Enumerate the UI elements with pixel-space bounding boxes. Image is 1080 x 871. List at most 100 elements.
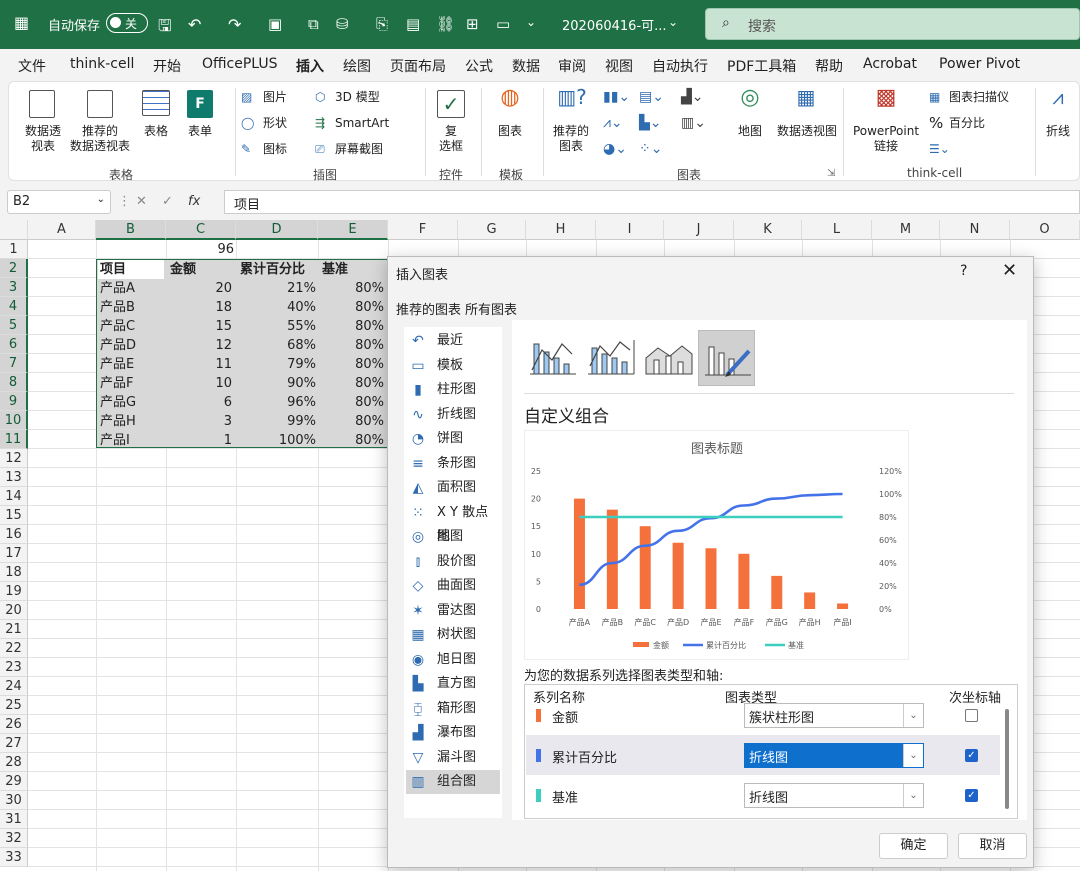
pivot-table-button[interactable]: 数据透 视表	[21, 124, 65, 154]
chart-type-item[interactable]: ◭ 面积图	[406, 476, 500, 500]
table-cell[interactable]: 产品D	[98, 336, 164, 355]
series-row[interactable]: 基准 折线图 ⌄ ✓	[526, 775, 1000, 815]
chart-type-item[interactable]: ≡ 条形图	[406, 452, 500, 476]
tab-view[interactable]: 视图	[605, 56, 633, 76]
row-header[interactable]: 17	[0, 544, 28, 563]
table-cell[interactable]: 100%	[238, 431, 318, 450]
table-button[interactable]: 表格	[137, 124, 175, 139]
powerpoint-link-button[interactable]: PowerPoint 链接	[847, 124, 925, 154]
customize-qat-icon[interactable]: ⌄	[526, 15, 536, 29]
table-cell[interactable]: 79%	[238, 355, 318, 374]
row-header[interactable]: 7	[0, 354, 28, 373]
line-chart-icon[interactable]: ⩘⌄	[603, 116, 623, 131]
row-header[interactable]: 18	[0, 563, 28, 582]
frame-icon[interactable]: ▭	[496, 15, 510, 33]
column-header[interactable]: F	[388, 220, 458, 240]
table-cell[interactable]: 产品F	[98, 374, 164, 393]
line-sparkline-button[interactable]: 折线	[1041, 124, 1075, 139]
column-header[interactable]: A	[28, 220, 96, 240]
chart-type-item[interactable]: ∿ 折线图	[406, 403, 500, 427]
tab-officeplus[interactable]: OfficePLUS	[202, 56, 278, 72]
close-button[interactable]: ✕	[1002, 260, 1017, 281]
table-cell[interactable]: 6	[168, 393, 234, 412]
chevron-down-icon[interactable]: ⌄	[903, 704, 923, 727]
row-header[interactable]: 3	[0, 278, 28, 297]
series-chart-type-select[interactable]: 折线图 ⌄	[744, 783, 924, 808]
column-header[interactable]: N	[940, 220, 1010, 240]
table-cell[interactable]: 1	[168, 431, 234, 450]
header-cell[interactable]: 基准	[320, 260, 386, 279]
row-header[interactable]: 14	[0, 487, 28, 506]
icons-button[interactable]: 图标	[263, 142, 287, 157]
pie-chart-icon[interactable]: ◕⌄	[603, 142, 627, 157]
select-all-corner[interactable]	[0, 220, 28, 240]
link-icon[interactable]: ⛓	[436, 15, 455, 33]
chart-type-item[interactable]: ⧮ 箱形图	[406, 697, 500, 721]
redo-icon[interactable]: ↷	[228, 15, 241, 34]
tab-page-layout[interactable]: 页面布局	[390, 56, 446, 76]
row-header[interactable]: 21	[0, 620, 28, 639]
row-header[interactable]: 1	[0, 240, 28, 259]
undo-icon[interactable]: ↶	[188, 15, 201, 34]
pivot-chart-button[interactable]: 数据透视图	[767, 124, 847, 139]
chart-type-item[interactable]: ▦ 树状图	[406, 623, 500, 647]
table-cell[interactable]: 80%	[320, 336, 386, 355]
export-icon[interactable]: ⎘	[376, 15, 388, 33]
table-cell[interactable]: 15	[168, 317, 234, 336]
row-header[interactable]: 30	[0, 791, 28, 810]
recommended-pivot-button[interactable]: 推荐的 数据透视表	[67, 124, 133, 154]
column-header[interactable]: D	[236, 220, 318, 240]
series-row[interactable]: 金额 簇状柱形图 ⌄	[526, 695, 1000, 735]
chart-type-item[interactable]: ▥ 组合图	[406, 770, 500, 794]
series-scrollbar[interactable]	[1005, 709, 1009, 809]
row-header[interactable]: 32	[0, 829, 28, 848]
filename-dropdown-icon[interactable]: ⌄	[668, 15, 678, 29]
ok-button[interactable]: 确定	[879, 833, 948, 859]
row-header[interactable]: 31	[0, 810, 28, 829]
row-header[interactable]: 16	[0, 525, 28, 544]
name-box[interactable]: B2 ⌄	[7, 190, 111, 214]
chart-scanner-button[interactable]: 图表扫描仪	[949, 90, 1009, 105]
subtype-clustered-column-line[interactable]	[524, 330, 581, 386]
pictures-button[interactable]: 图片	[263, 90, 287, 105]
table-cell[interactable]: 产品C	[98, 317, 164, 336]
shapes-button[interactable]: 形状	[263, 116, 287, 131]
screenshot-button[interactable]: 屏幕截图	[335, 142, 383, 157]
chart-template-button[interactable]: 图表	[493, 124, 527, 139]
table-cell[interactable]: 96%	[238, 393, 318, 412]
chart-type-item[interactable]: ◎ 地图	[406, 525, 500, 549]
tab-insert[interactable]: 插入	[296, 56, 324, 82]
form-button[interactable]: 表单	[183, 124, 217, 139]
tab-think-cell[interactable]: think-cell	[70, 56, 134, 72]
column-header[interactable]: I	[596, 220, 664, 240]
stat-chart-icon[interactable]: ▙⌄	[639, 116, 662, 131]
row-header[interactable]: 11	[0, 430, 28, 449]
row-header[interactable]: 15	[0, 506, 28, 525]
table-cell[interactable]: 68%	[238, 336, 318, 355]
row-header[interactable]: 26	[0, 715, 28, 734]
row-header[interactable]: 19	[0, 582, 28, 601]
formula-input[interactable]: 项目	[224, 190, 1080, 214]
table-cell[interactable]: 产品G	[98, 393, 164, 412]
table-cell[interactable]: 80%	[320, 374, 386, 393]
table-cell[interactable]: 产品A	[98, 279, 164, 298]
column-chart-icon[interactable]: ▮▮⌄	[603, 90, 630, 105]
doc-icon[interactable]: ▤	[406, 15, 420, 33]
row-header[interactable]: 13	[0, 468, 28, 487]
table-cell[interactable]: 11	[168, 355, 234, 374]
secondary-axis-checkbox[interactable]: ✓	[965, 789, 978, 802]
row-header[interactable]: 22	[0, 639, 28, 658]
table-cell[interactable]: 18	[168, 298, 234, 317]
table-cell[interactable]: 80%	[320, 298, 386, 317]
column-header[interactable]: M	[872, 220, 940, 240]
table-cell[interactable]: 80%	[320, 317, 386, 336]
smartart-button[interactable]: SmartArt	[335, 116, 389, 131]
form-icon[interactable]: ▣	[268, 15, 282, 33]
table-cell[interactable]: 10	[168, 374, 234, 393]
recommended-charts-button[interactable]: 推荐的 图表	[549, 124, 593, 154]
row-header[interactable]: 29	[0, 772, 28, 791]
row-header[interactable]: 8	[0, 373, 28, 392]
row-header[interactable]: 5	[0, 316, 28, 335]
dialog-launcher-icon[interactable]: ⇲	[827, 166, 835, 181]
waterfall-chart-icon[interactable]: ▟⌄	[681, 90, 704, 105]
